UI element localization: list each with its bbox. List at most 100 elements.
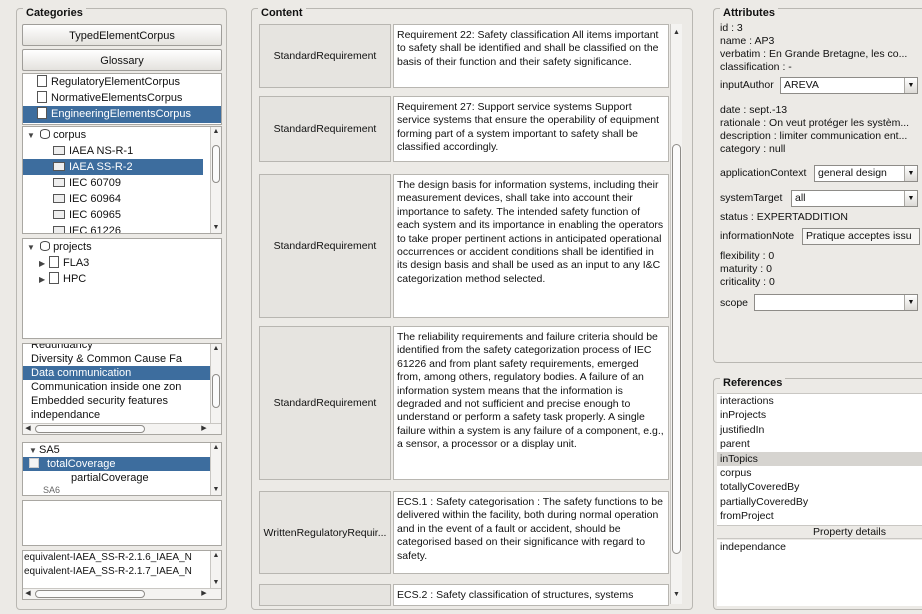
glossary-button[interactable]: Glossary [22, 49, 222, 71]
input-author-select[interactable]: AREVA ▼ [780, 77, 918, 94]
chevron-down-icon[interactable]: ▼ [904, 295, 917, 310]
coverage-next-label: SA6 [43, 485, 61, 495]
information-note-field[interactable]: Pratique acceptes issu [802, 228, 920, 245]
scroll-thumb[interactable] [35, 590, 145, 598]
scroll-up-icon[interactable]: ▲ [211, 443, 221, 453]
projects-root-label: projects [53, 241, 92, 253]
chevron-down-icon[interactable]: ▼ [904, 166, 917, 181]
reference-item-selected[interactable]: inTopics [717, 451, 922, 466]
content-row[interactable]: ECS.2 : Safety classification of structu… [259, 584, 669, 606]
scroll-up-icon[interactable]: ▲ [211, 551, 221, 561]
folder-icon [53, 146, 65, 155]
scroll-right-icon[interactable]: ▶ [199, 589, 209, 599]
scroll-right-icon[interactable]: ▶ [199, 424, 209, 434]
expand-down-icon[interactable]: ▼ [29, 444, 39, 457]
coverage-item-selected[interactable]: totalCoverage [23, 457, 210, 471]
scroll-thumb[interactable] [212, 145, 220, 183]
content-scrollbar[interactable]: ▲ ▼ [670, 24, 682, 604]
chevron-down-icon[interactable]: ▼ [904, 78, 917, 93]
corpus-tree-item-selected[interactable]: IAEA SS-R-2 [23, 159, 203, 175]
corpus-type-item-regulatory[interactable]: RegulatoryElementCorpus [23, 74, 221, 90]
corpus-tree-item[interactable]: IEC 60709 [23, 175, 221, 191]
scroll-up-icon[interactable]: ▲ [211, 127, 221, 137]
reference-item[interactable]: totallyCoveredBy [717, 480, 922, 494]
corpus-tree-item[interactable]: IEC 60965 [23, 207, 221, 223]
coverage-item[interactable]: partialCoverage [23, 471, 221, 485]
topic-label: independance [31, 409, 101, 421]
corpus-item-label: IAEA SS-R-2 [69, 161, 133, 173]
coverage-scrollbar[interactable]: ▲ ▼ [210, 443, 221, 495]
attr-maturity: maturity : 0 [720, 263, 772, 275]
property-details-box: independance [717, 540, 922, 606]
equivalent-item[interactable]: equivalent-IAEA_SS-R-2.1.7_IAEA_N [23, 565, 210, 579]
reference-item[interactable]: interactions [717, 394, 922, 408]
corpus-tree-item[interactable]: IEC 60964 [23, 191, 221, 207]
corpus-tree-item[interactable]: IAEA NS-R-1 [23, 143, 221, 159]
equivalent-item[interactable]: equivalent-IAEA_SS-R-2.1.6_IAEA_N [23, 551, 210, 565]
reference-item[interactable]: fromProject [717, 509, 922, 523]
expand-down-icon[interactable]: ▼ [27, 240, 37, 255]
corpus-item-label: IEC 60709 [69, 177, 121, 189]
scroll-down-icon[interactable]: ▼ [211, 485, 221, 495]
scroll-down-icon[interactable]: ▼ [211, 578, 221, 588]
equivalents-scrollbar[interactable]: ▲ ▼ [210, 551, 221, 588]
reference-item[interactable]: corpus [717, 466, 922, 480]
corpus-tree-item[interactable]: IEC 61226 [23, 223, 221, 233]
reference-item[interactable]: parent [717, 437, 922, 451]
scroll-thumb[interactable] [35, 425, 145, 433]
content-row[interactable]: StandardRequirement The reliability requ… [259, 326, 669, 480]
scroll-left-icon[interactable]: ◀ [23, 589, 33, 599]
system-target-select[interactable]: all ▼ [791, 190, 918, 207]
typed-element-corpus-button[interactable]: TypedElementCorpus [22, 24, 222, 46]
content-row-type: StandardRequirement [259, 174, 391, 318]
expand-down-icon[interactable]: ▼ [27, 128, 37, 143]
scope-select[interactable]: ▼ [754, 294, 918, 311]
topic-item[interactable]: Embedded security features [23, 394, 210, 408]
scroll-down-icon[interactable]: ▼ [671, 590, 682, 600]
projects-tree-root[interactable]: ▼ projects [23, 239, 221, 255]
scroll-up-icon[interactable]: ▲ [671, 28, 682, 38]
scroll-down-icon[interactable]: ▼ [211, 223, 221, 233]
document-icon [49, 272, 59, 284]
topic-item[interactable]: Diversity & Common Cause Fa [23, 352, 210, 366]
folder-icon [53, 210, 65, 219]
content-row-type: StandardRequirement [259, 96, 391, 162]
topic-item[interactable]: Redundancy [23, 344, 210, 352]
scroll-left-icon[interactable]: ◀ [23, 424, 33, 434]
topic-item[interactable]: independance [23, 408, 210, 422]
topic-item-selected[interactable]: Data communication [23, 366, 210, 380]
corpus-type-item-normative[interactable]: NormativeElementsCorpus [23, 90, 221, 106]
content-row[interactable]: StandardRequirement Requirement 22: Safe… [259, 24, 669, 88]
information-note-label: informationNote [720, 230, 795, 242]
checkbox-icon[interactable] [29, 458, 39, 468]
attr-rationale: rationale : On veut protéger les systèm.… [720, 117, 910, 129]
project-item[interactable]: ▶ HPC [23, 271, 221, 287]
application-context-select[interactable]: general design ▼ [814, 165, 918, 182]
input-author-label: inputAuthor [720, 79, 774, 91]
content-row[interactable]: WrittenRegulatoryRequir... ECS.1 : Safet… [259, 491, 669, 574]
reference-item[interactable]: inProjects [717, 408, 922, 422]
scroll-thumb[interactable] [672, 144, 681, 554]
topics-scrollbar[interactable]: ▲ [210, 344, 221, 423]
coverage-next-root[interactable]: SA6 [23, 485, 221, 495]
corpus-tree-root[interactable]: ▼ corpus [23, 127, 221, 143]
topic-label: Communication inside one zon [31, 381, 182, 393]
scroll-up-icon[interactable]: ▲ [211, 344, 221, 354]
expand-right-icon[interactable]: ▶ [39, 256, 49, 271]
corpus-tree-scrollbar[interactable]: ▲ ▼ [210, 127, 221, 233]
database-icon [40, 129, 51, 139]
reference-item[interactable]: partiallyCoveredBy [717, 495, 922, 509]
project-item[interactable]: ▶ FLA3 [23, 255, 221, 271]
topic-item[interactable]: Communication inside one zon [23, 380, 210, 394]
content-row[interactable]: StandardRequirement Requirement 27: Supp… [259, 96, 669, 162]
coverage-root[interactable]: ▼ SA5 [23, 443, 221, 457]
topics-hscrollbar[interactable]: ◀ ▶ [23, 423, 221, 434]
equivalents-hscrollbar[interactable]: ◀ ▶ [23, 588, 221, 599]
corpus-type-item-engineering[interactable]: EngineeringElementsCorpus [23, 106, 221, 123]
expand-right-icon[interactable]: ▶ [39, 272, 49, 287]
folder-icon [53, 194, 65, 203]
content-row[interactable]: StandardRequirement The design basis for… [259, 174, 669, 318]
scroll-thumb[interactable] [212, 374, 220, 408]
chevron-down-icon[interactable]: ▼ [904, 191, 917, 206]
reference-item[interactable]: justifiedIn [717, 423, 922, 437]
